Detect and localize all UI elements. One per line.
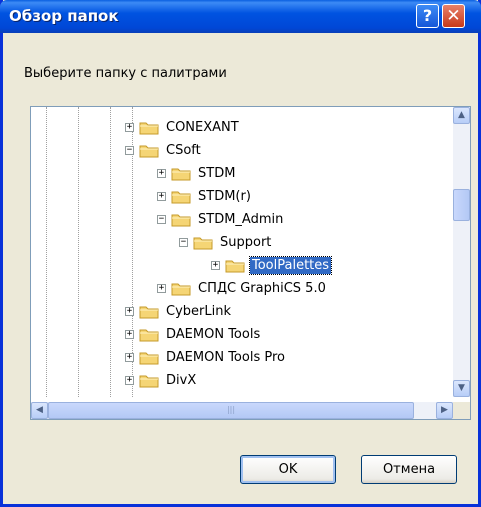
title-bar[interactable]: Обзор папок ? ✕ <box>0 0 481 33</box>
tree-item-label[interactable]: CyberLink <box>164 303 233 320</box>
folder-icon <box>139 327 159 342</box>
tree-guide-line <box>46 107 47 397</box>
expand-icon[interactable]: + <box>125 375 134 385</box>
expand-icon[interactable]: + <box>157 191 166 201</box>
expand-icon[interactable]: + <box>157 168 166 178</box>
folder-icon <box>171 212 191 227</box>
tree-item[interactable]: + DAEMON Tools Pro <box>125 346 287 368</box>
folder-icon <box>193 235 213 250</box>
scroll-corner <box>453 402 470 419</box>
help-button[interactable]: ? <box>416 4 439 28</box>
tree-guide-line <box>78 107 79 397</box>
folder-tree[interactable]: + CONEXANT − CSoft + STDM + STDM(r) − STDM_Admin −… <box>30 106 471 420</box>
tree-item-label[interactable]: DAEMON Tools <box>164 326 262 343</box>
expand-icon[interactable]: + <box>125 352 134 362</box>
tree-item[interactable]: − STDM_Admin <box>157 208 285 230</box>
tree-item[interactable]: + СПДС GraphiCS 5.0 <box>157 277 328 299</box>
tree-item-label[interactable]: STDM <box>196 165 237 182</box>
close-button[interactable]: ✕ <box>442 4 465 28</box>
collapse-icon[interactable]: − <box>157 214 166 224</box>
vertical-scroll-thumb[interactable] <box>453 189 470 221</box>
expand-icon[interactable]: + <box>125 122 134 132</box>
collapse-icon[interactable]: − <box>179 237 188 247</box>
tree-item-label[interactable]: DivX <box>164 372 198 389</box>
folder-icon <box>171 281 191 296</box>
expand-icon[interactable]: + <box>125 306 134 316</box>
tree-item[interactable]: + STDM <box>157 162 237 184</box>
horizontal-scrollbar[interactable]: ◀ ||| ▶ <box>31 402 453 419</box>
tree-item-label[interactable]: Support <box>218 234 273 251</box>
folder-icon <box>139 350 159 365</box>
prompt-text: Выберите папку с палитрами <box>24 66 227 81</box>
collapse-icon[interactable]: − <box>125 145 134 155</box>
folder-icon <box>139 304 159 319</box>
vertical-scrollbar[interactable]: ▲ ▼ <box>453 107 470 397</box>
tree-item[interactable]: − CSoft <box>125 139 203 161</box>
scroll-right-button[interactable]: ▶ <box>436 402 453 419</box>
tree-item[interactable]: + CONEXANT <box>125 116 241 138</box>
tree-item-label[interactable]: STDM_Admin <box>196 211 285 228</box>
folder-icon <box>139 120 159 135</box>
scroll-left-button[interactable]: ◀ <box>31 402 48 419</box>
tree-item-label[interactable]: STDM(r) <box>196 188 253 205</box>
ok-button[interactable]: OK <box>240 455 336 484</box>
scroll-down-button[interactable]: ▼ <box>453 380 470 397</box>
cancel-button[interactable]: Отмена <box>361 455 457 484</box>
expand-icon[interactable]: + <box>125 329 134 339</box>
dialog-title: Обзор папок <box>9 7 119 25</box>
tree-guide-line <box>110 107 111 397</box>
folder-icon <box>171 166 191 181</box>
scroll-up-button[interactable]: ▲ <box>453 107 470 124</box>
tree-item-label[interactable]: CONEXANT <box>164 119 241 136</box>
tree-item-label[interactable]: DAEMON Tools Pro <box>164 349 287 366</box>
tree-item[interactable]: + CyberLink <box>125 300 233 322</box>
tree-item[interactable]: + ToolPalettes <box>211 254 333 276</box>
browse-folder-dialog: Обзор папок ? ✕ Выберите папку с палитра… <box>0 0 481 507</box>
tree-item-label[interactable]: СПДС GraphiCS 5.0 <box>196 280 328 297</box>
expand-icon[interactable]: + <box>211 260 220 270</box>
horizontal-scroll-thumb[interactable]: ||| <box>48 402 414 419</box>
tree-item-label[interactable]: ToolPalettes <box>248 255 333 275</box>
tree-item-label[interactable]: CSoft <box>164 142 203 159</box>
tree-item[interactable]: + DivX <box>125 369 198 391</box>
tree-item[interactable]: + STDM(r) <box>157 185 253 207</box>
folder-icon <box>171 189 191 204</box>
tree-item[interactable]: + DAEMON Tools <box>125 323 262 345</box>
expand-icon[interactable]: + <box>157 283 166 293</box>
folder-icon <box>139 143 159 158</box>
tree-item[interactable]: − Support <box>179 231 273 253</box>
folder-icon <box>139 373 159 388</box>
folder-icon <box>225 258 245 273</box>
